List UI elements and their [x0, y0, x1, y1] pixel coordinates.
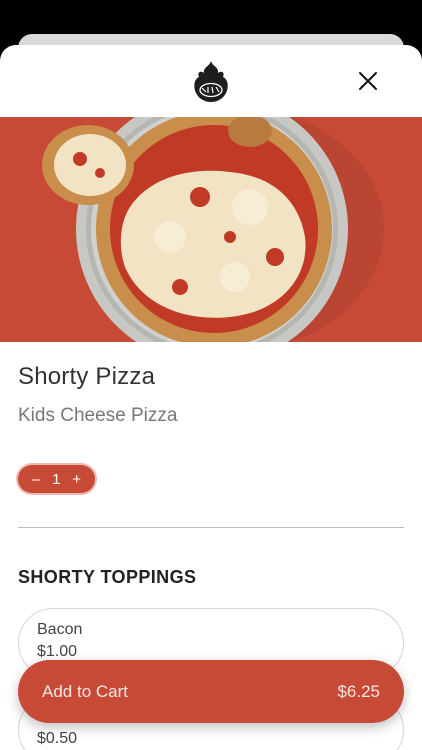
- topping-name: Bacon: [37, 621, 83, 638]
- add-to-cart-button[interactable]: Add to Cart $6.25: [18, 660, 404, 723]
- product-description: Kids Cheese Pizza: [18, 405, 178, 426]
- increment-button[interactable]: +: [72, 471, 81, 488]
- product-title: Shorty Pizza: [18, 363, 156, 390]
- toppings-section-title: SHORTY TOPPINGS: [18, 567, 197, 587]
- topping-price: $1.00: [37, 643, 78, 660]
- decrement-button[interactable]: –: [32, 471, 40, 488]
- close-icon[interactable]: [354, 67, 382, 95]
- add-to-cart-label: Add to Cart: [42, 681, 128, 701]
- divider: [18, 527, 404, 528]
- product-image: [0, 117, 422, 342]
- quantity-value: 1: [52, 470, 61, 488]
- screen: Shorty Pizza Kids Cheese Pizza – 1 + SHO…: [0, 0, 422, 750]
- modal-header: [0, 45, 422, 117]
- product-modal: Shorty Pizza Kids Cheese Pizza – 1 + SHO…: [0, 45, 422, 750]
- topping-price: $0.50: [37, 730, 78, 747]
- quantity-stepper[interactable]: – 1 +: [18, 465, 95, 493]
- brand-logo-icon: [194, 61, 228, 102]
- cart-total: $6.25: [337, 681, 380, 701]
